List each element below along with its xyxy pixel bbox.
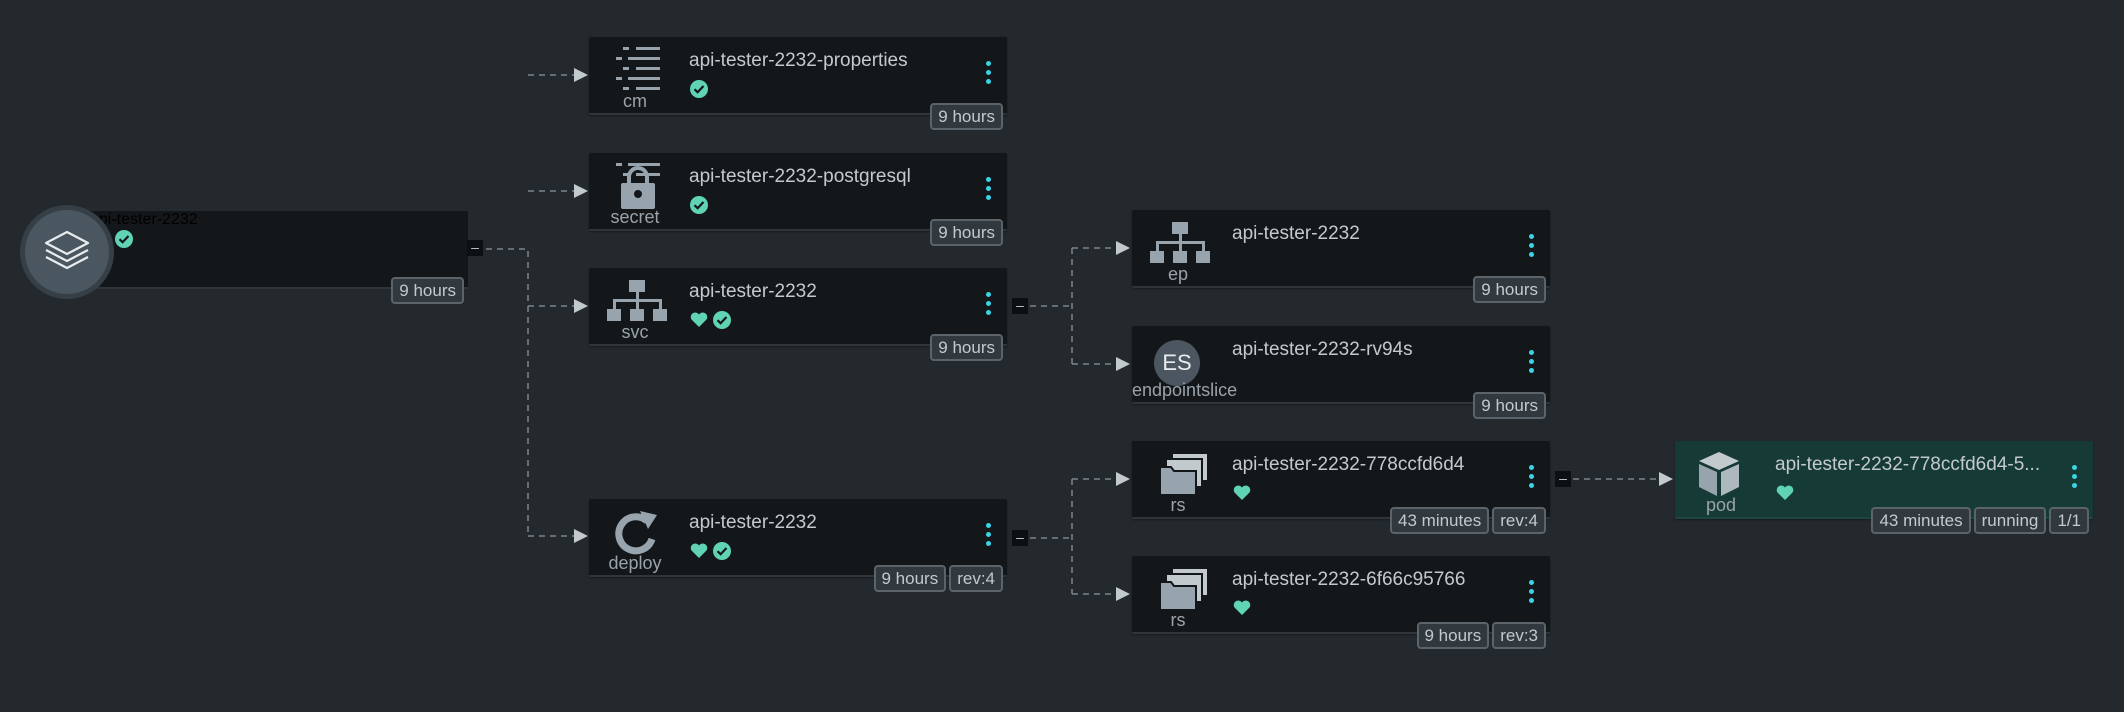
resource-kind-label: rs [1170, 610, 1186, 630]
resource-kind-label: endpointslice [1132, 380, 1238, 400]
resource-status [689, 310, 732, 330]
synced-icon [690, 196, 708, 214]
app-icon-circle [20, 205, 114, 299]
heart-icon [690, 543, 708, 558]
resource-badges: 9 hours [930, 219, 1003, 246]
resource-title: api-tester-2232-postgresql [689, 166, 911, 187]
ready-count-badge: 1/1 [2049, 507, 2089, 534]
resource-badges: 9 hours [930, 334, 1003, 361]
resource-badges: 9 hours [1473, 392, 1546, 419]
resource-badges: 43 minutes running 1/1 [1871, 507, 2089, 534]
resource-menu-button[interactable] [1526, 465, 1536, 493]
resource-title: api-tester-2232 [1232, 223, 1360, 244]
resource-menu-button[interactable] [1526, 350, 1536, 378]
age-badge: 9 hours [930, 334, 1003, 361]
revision-badge: rev:4 [949, 565, 1003, 592]
resource-menu-button[interactable] [1526, 580, 1536, 608]
resource-kind-label: pod [1705, 495, 1737, 515]
resource-node-rs[interactable]: rs api-tester-2232-778ccfd6d4 43 minutes… [1132, 441, 1550, 534]
resource-title: api-tester-2232-778ccfd6d4-5... [1775, 454, 2041, 475]
resource-title: api-tester-2232-778ccfd6d4 [1232, 454, 1465, 475]
resource-title: api-tester-2232 [689, 281, 817, 302]
resource-badges: 9 hours rev:3 [1416, 622, 1546, 649]
resource-badges: 43 minutes rev:4 [1390, 507, 1546, 534]
heart-icon [690, 312, 708, 327]
app-collapse-button[interactable]: – [467, 240, 483, 256]
rs-collapse-button[interactable]: – [1555, 471, 1571, 487]
layers-icon [44, 230, 90, 270]
resource-node-pod[interactable]: pod api-tester-2232-778ccfd6d4-5... 43 m… [1675, 441, 2093, 534]
resource-kind-label: ep [1167, 264, 1189, 284]
age-badge: 9 hours [930, 219, 1003, 246]
age-badge: 9 hours [1473, 392, 1546, 419]
resource-badges: 9 hours rev:4 [873, 565, 1003, 592]
resource-status [689, 195, 709, 215]
svc-collapse-button[interactable]: – [1012, 298, 1028, 314]
resource-status [1775, 483, 1795, 503]
resource-node-ep[interactable]: ep api-tester-2232 9 hours [1132, 210, 1550, 303]
resource-menu-button[interactable] [983, 292, 993, 320]
age-badge: 43 minutes [1390, 507, 1490, 534]
synced-icon [690, 80, 708, 98]
heart-icon [1233, 600, 1251, 615]
pod-phase-badge: running [1973, 507, 2047, 534]
revision-badge: rev:3 [1492, 622, 1546, 649]
app-status [90, 229, 468, 254]
resource-title: api-tester-2232-6f66c95766 [1232, 569, 1466, 590]
resource-status [689, 541, 732, 561]
resource-menu-button[interactable] [983, 61, 993, 89]
resource-kind-label: rs [1170, 495, 1186, 515]
age-badge: 9 hours [1473, 276, 1546, 303]
age-badge: 9 hours [930, 103, 1003, 130]
resource-status [1232, 483, 1252, 503]
revision-badge: rev:4 [1492, 507, 1546, 534]
resource-title: api-tester-2232 [689, 512, 817, 533]
resource-menu-button[interactable] [2069, 465, 2079, 493]
age-badge: 43 minutes [1871, 507, 1971, 534]
age-badge: 9 hours [391, 277, 464, 304]
resource-node-secret[interactable]: secret api-tester-2232-postgresql 9 hour… [589, 153, 1007, 246]
resource-kind-label: secret [610, 207, 660, 227]
resource-badges: 9 hours [1473, 276, 1546, 303]
app-node[interactable]: api-tester-2232 9 hours [90, 211, 468, 304]
resource-menu-button[interactable] [1526, 234, 1536, 262]
resource-tree-edges [486, 68, 1673, 601]
resource-badges: 9 hours [930, 103, 1003, 130]
resource-menu-button[interactable] [983, 177, 993, 205]
resource-node-cm[interactable]: cm api-tester-2232-properties 9 hours [589, 37, 1007, 130]
resource-status [1232, 598, 1252, 618]
heart-icon [1233, 485, 1251, 500]
age-badge: 9 hours [873, 565, 947, 592]
resource-menu-button[interactable] [983, 523, 993, 551]
resource-node-deploy[interactable]: deploy api-tester-2232 9 hours rev:4 [589, 499, 1007, 592]
synced-icon [713, 311, 731, 329]
age-badge: 9 hours [1416, 622, 1490, 649]
synced-icon [115, 230, 134, 248]
deploy-collapse-button[interactable]: – [1012, 530, 1028, 546]
resource-kind-label: cm [623, 91, 647, 111]
synced-icon [713, 542, 731, 560]
resource-node-endpointslice[interactable]: ES endpointslice api-tester-2232-rv94s 9… [1132, 326, 1550, 419]
app-title: api-tester-2232 [90, 211, 198, 228]
resource-kind-label: deploy [608, 553, 662, 573]
heart-icon [1776, 485, 1794, 500]
resource-node-svc[interactable]: svc api-tester-2232 9 hours [589, 268, 1007, 361]
resource-title: api-tester-2232-properties [689, 50, 908, 71]
resource-title: api-tester-2232-rv94s [1232, 339, 1413, 360]
app-badges: 9 hours [391, 277, 464, 304]
resource-status [689, 79, 709, 99]
resource-node-rs[interactable]: rs api-tester-2232-6f66c95766 9 hours re… [1132, 556, 1550, 649]
resource-kind-label: svc [621, 322, 649, 342]
